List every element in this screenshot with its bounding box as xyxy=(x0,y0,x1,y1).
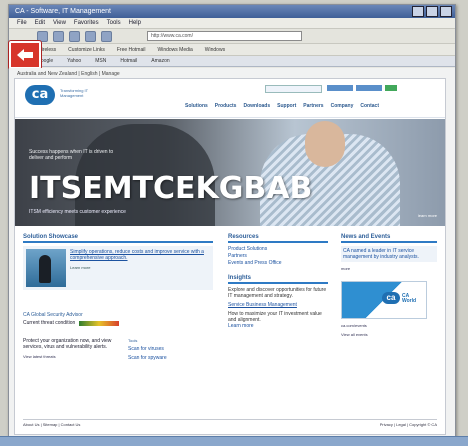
menu-favorites[interactable]: Favorites xyxy=(74,18,99,28)
scan-spyware-link[interactable]: Scan for spyware xyxy=(128,355,167,361)
promo-text: CA World xyxy=(402,293,417,304)
scan-viruses-link[interactable]: Scan for viruses xyxy=(128,346,167,352)
protect-text: Protect your organization now, and view … xyxy=(23,338,112,350)
window-controls xyxy=(412,6,455,17)
ca-logo[interactable]: ca xyxy=(25,85,55,105)
tagline: Transforming IT Management xyxy=(60,88,89,98)
menu-file[interactable]: File xyxy=(17,18,27,28)
site-header: ca Transforming IT Management Solutions … xyxy=(15,79,445,118)
resources-column: Resources Product Solutions Partners Eve… xyxy=(228,234,328,330)
links-bar: Wireless Customize Links Free Hotmail Wi… xyxy=(9,44,455,56)
section-title: Insights xyxy=(228,275,328,284)
promo-ca-logo: ca xyxy=(382,292,400,304)
nav-item[interactable]: Contact xyxy=(360,103,379,109)
link-item[interactable]: Windows xyxy=(205,47,225,53)
header-buttons xyxy=(327,85,397,91)
view-all-events-link[interactable]: View all events xyxy=(341,332,437,337)
forward-icon[interactable] xyxy=(37,30,48,42)
page-footer: About Us | Sitemap | Contact Us Privacy … xyxy=(23,419,437,430)
feature-learn-more[interactable]: Learn more xyxy=(70,265,210,270)
learn-more-link[interactable]: Learn more xyxy=(228,323,328,330)
go-button[interactable] xyxy=(385,85,397,91)
back-arrow-icon xyxy=(17,49,33,61)
favorite-item[interactable]: Amazon xyxy=(151,58,169,64)
nav-item[interactable]: Company xyxy=(331,103,354,109)
hero-headline: ITSEMTCEKGBAB xyxy=(29,171,313,206)
footer-left-links[interactable]: About Us | Sitemap | Contact Us xyxy=(23,422,80,430)
feature-thumbnail[interactable] xyxy=(26,249,66,287)
link-item[interactable]: Windows Media xyxy=(157,47,192,53)
solution-showcase: Solution Showcase Simplify operations, r… xyxy=(23,234,213,361)
tools-label: Tools xyxy=(128,338,138,343)
favorite-item[interactable]: Yahoo xyxy=(67,58,81,64)
header-button[interactable] xyxy=(356,85,382,91)
security-advisor-title[interactable]: CA Global Security Advisor xyxy=(23,312,213,318)
minimize-button[interactable] xyxy=(412,6,424,17)
menu-help[interactable]: Help xyxy=(129,18,141,28)
browser-window: CA - Software, IT Management File Edit V… xyxy=(8,4,456,438)
hero-banner[interactable]: Success happens when IT is driven to del… xyxy=(15,119,445,226)
site-search-input[interactable] xyxy=(265,85,322,93)
nav-item[interactable]: Products xyxy=(215,103,237,109)
protect-section: Protect your organization now, and view … xyxy=(23,338,213,361)
search-icon[interactable] xyxy=(101,30,112,42)
nav-item[interactable]: Solutions xyxy=(185,103,208,109)
news-column: News and Events CA named a leader in IT … xyxy=(341,234,437,337)
resource-link[interactable]: Partners xyxy=(228,253,328,260)
hero-small-text: Success happens when IT is driven to del… xyxy=(29,149,114,161)
threat-label: Current threat condition xyxy=(23,320,76,326)
stop-icon[interactable] xyxy=(53,30,64,42)
toolbar: http://www.ca.com/ xyxy=(9,29,455,44)
header-button[interactable] xyxy=(327,85,353,91)
insights-desc: Explore and discover opportunities for f… xyxy=(228,287,327,299)
footer-right-links[interactable]: Privacy | Legal | Copyright © CA xyxy=(380,422,437,430)
menu-bar: File Edit View Favorites Tools Help xyxy=(9,18,455,29)
feature-link-text[interactable]: Simplify operations, reduce costs and im… xyxy=(70,249,210,261)
window-title: CA - Software, IT Management xyxy=(15,8,111,15)
view-alerts-link[interactable]: View latest threats xyxy=(23,354,118,359)
section-title: News and Events xyxy=(341,234,437,243)
promo-banner[interactable]: ca CA World xyxy=(341,281,427,319)
hero-learn-more-link[interactable]: learn more xyxy=(418,213,437,218)
home-icon[interactable] xyxy=(85,30,96,42)
web-page: ca Transforming IT Management Solutions … xyxy=(14,78,446,435)
resource-link[interactable]: Product Solutions xyxy=(228,246,328,253)
close-button[interactable] xyxy=(440,6,452,17)
section-title: Resources xyxy=(228,234,328,243)
news-more-link[interactable]: more xyxy=(341,266,437,271)
main-nav: Solutions Products Downloads Support Par… xyxy=(185,103,379,109)
resource-links: Product Solutions Partners Events and Pr… xyxy=(228,246,328,267)
back-button[interactable] xyxy=(9,41,41,69)
desktop: CA - Software, IT Management File Edit V… xyxy=(0,0,468,446)
nav-item[interactable]: Downloads xyxy=(243,103,270,109)
menu-view[interactable]: View xyxy=(53,18,66,28)
title-bar: CA - Software, IT Management xyxy=(9,5,455,18)
favorite-item[interactable]: MSN xyxy=(95,58,106,64)
link-item[interactable]: Customize Links xyxy=(68,47,105,53)
threat-row: Current threat condition xyxy=(23,320,213,326)
resource-link[interactable]: Events and Press Office xyxy=(228,260,328,267)
address-bar[interactable]: http://www.ca.com/ xyxy=(147,31,302,41)
feature-box: Simplify operations, reduce costs and im… xyxy=(23,246,213,290)
favorites-bar: Google Yahoo MSN Hotmail Amazon xyxy=(9,56,455,67)
article-desc: How to maximize your IT investment value… xyxy=(228,311,322,323)
promo-link[interactable]: ca.com/events xyxy=(341,323,437,328)
favorite-item[interactable]: Hotmail xyxy=(120,58,137,64)
section-title: Solution Showcase xyxy=(23,234,213,243)
menu-tools[interactable]: Tools xyxy=(107,18,121,28)
news-item[interactable]: CA named a leader in IT service manageme… xyxy=(341,246,437,262)
page-viewport: Australia and New Zealand | English | Ma… xyxy=(9,68,455,437)
menu-edit[interactable]: Edit xyxy=(35,18,45,28)
nav-item[interactable]: Partners xyxy=(303,103,323,109)
refresh-icon[interactable] xyxy=(69,30,80,42)
nav-item[interactable]: Support xyxy=(277,103,296,109)
threat-meter xyxy=(79,320,120,326)
link-item[interactable]: Free Hotmail xyxy=(117,47,146,53)
hero-person-right-head xyxy=(305,121,345,167)
content-columns: Solution Showcase Simplify operations, r… xyxy=(23,234,437,409)
hero-subline: ITSM efficiency meets customer experienc… xyxy=(29,209,126,215)
maximize-button[interactable] xyxy=(426,6,438,17)
article-title[interactable]: Service Business Management xyxy=(228,302,328,309)
